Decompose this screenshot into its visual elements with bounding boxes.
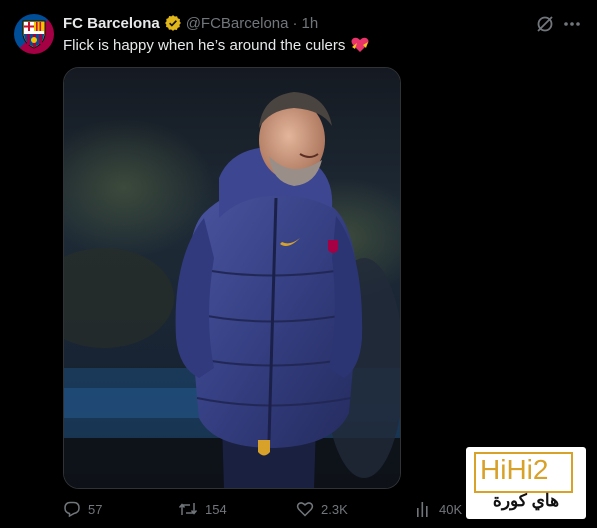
- account-name[interactable]: FC Barcelona: [63, 15, 160, 32]
- separator-dot: ·: [292, 14, 298, 32]
- fc-barcelona-crest-icon: [22, 20, 46, 49]
- grok-icon[interactable]: [535, 14, 555, 39]
- hihi2-watermark: HiHi2 هاي كورة: [466, 447, 586, 519]
- heart-with-ribbon-emoji: [350, 36, 370, 54]
- reply-count: 57: [88, 501, 103, 517]
- repost-icon: [178, 503, 198, 515]
- tweet-body: Flick is happy when he’s around the cule…: [63, 36, 346, 54]
- views-icon: [417, 502, 428, 517]
- repost-count: 154: [205, 501, 227, 517]
- watermark-logo-text: HiHi2: [480, 454, 549, 485]
- account-handle[interactable]: @FCBarcelona: [186, 15, 289, 32]
- tweet-text: Flick is happy when he’s around the cule…: [63, 36, 370, 54]
- reply-button[interactable]: 57: [63, 500, 102, 518]
- like-count: 2.3K: [321, 501, 348, 517]
- views-count: 40K: [439, 501, 463, 517]
- tweet-media-photo[interactable]: [63, 67, 401, 489]
- heart-icon: [296, 502, 314, 517]
- views-button[interactable]: 40K: [416, 500, 462, 518]
- avatar[interactable]: [14, 14, 54, 54]
- watermark-arabic-text: هاي كورة: [492, 491, 560, 510]
- photo-hansi-flick: [64, 68, 400, 488]
- verified-badge-icon[interactable]: [164, 14, 182, 32]
- post-timestamp[interactable]: 1h: [301, 15, 318, 32]
- like-button[interactable]: 2.3K: [296, 500, 348, 518]
- reply-icon: [64, 501, 80, 518]
- more-icon[interactable]: [562, 14, 582, 39]
- repost-button[interactable]: 154: [178, 500, 227, 518]
- tweet-header: FC Barcelona @FCBarcelona · 1h: [63, 13, 318, 33]
